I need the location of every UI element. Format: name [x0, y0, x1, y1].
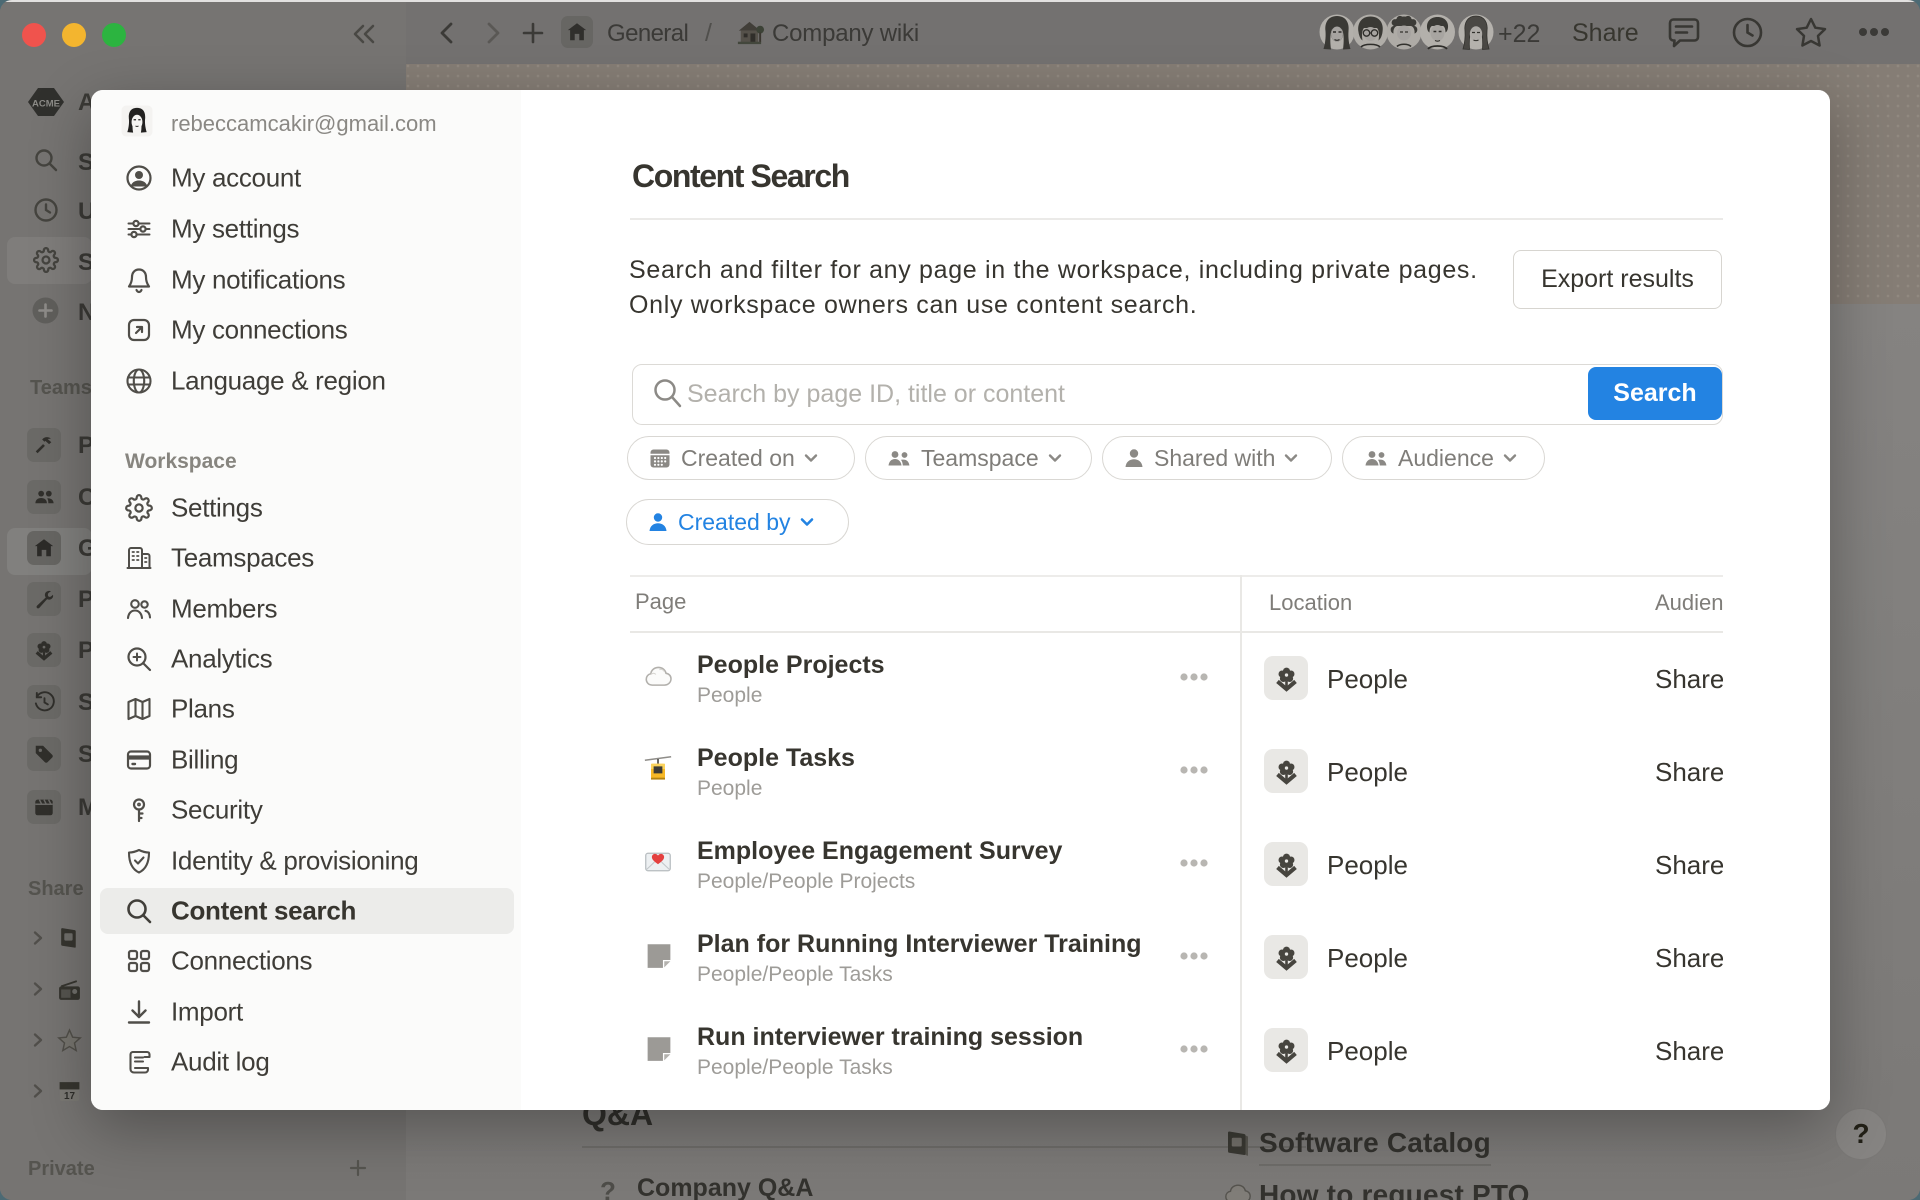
- svg-text:ACME: ACME: [32, 99, 60, 110]
- svg-text:17: 17: [64, 1091, 75, 1102]
